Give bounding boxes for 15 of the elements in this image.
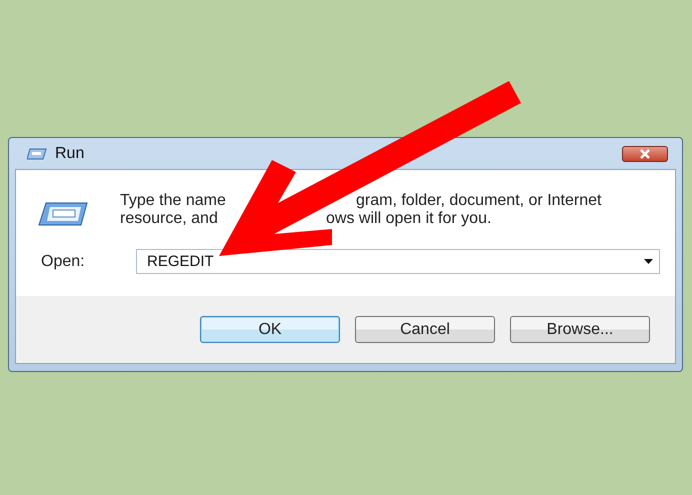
window-title: Run — [55, 144, 84, 162]
run-icon — [27, 148, 47, 160]
close-button[interactable] — [622, 146, 668, 162]
dialog-button[interactable]: OK — [200, 316, 340, 343]
description-text: ows will open it for you. — [326, 210, 492, 228]
dialog-button[interactable]: Browse... — [510, 316, 650, 343]
description-text: Type the name — [120, 192, 226, 210]
open-label: Open: — [40, 252, 86, 270]
dropdown-arrow-icon[interactable] — [644, 259, 653, 264]
description-text: gram, folder, document, or Internet — [356, 192, 602, 210]
open-combo-box[interactable]: REGEDIT — [136, 249, 660, 274]
close-icon[interactable] — [639, 148, 651, 158]
dialog-button[interactable]: Cancel — [355, 316, 495, 343]
run-icon — [38, 202, 88, 226]
description-text: resource, and — [120, 210, 218, 228]
